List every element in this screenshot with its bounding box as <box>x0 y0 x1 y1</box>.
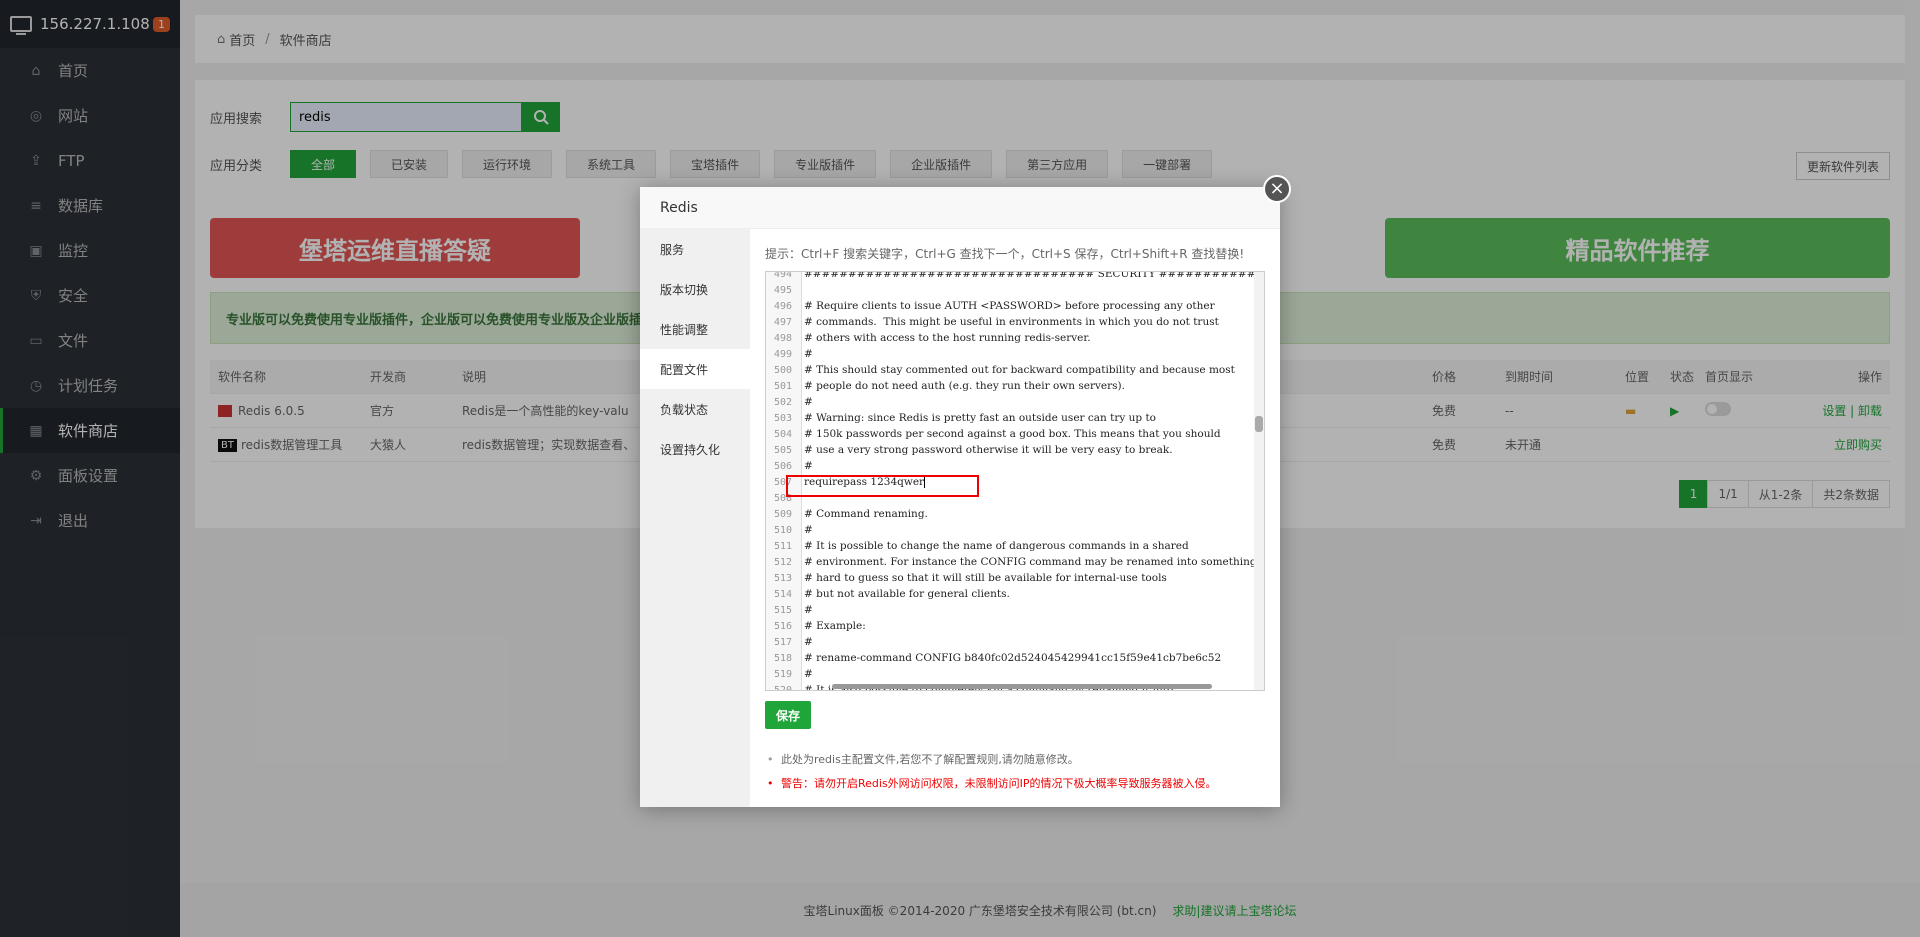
config-notes: 此处为redis主配置文件,若您不了解配置规则,请勿随意修改。 警告：请勿开启R… <box>765 747 1265 795</box>
line-number: 497 <box>773 316 792 328</box>
modal-tab[interactable]: 性能调整 <box>640 309 750 349</box>
line-number: 500 <box>773 364 792 376</box>
code-line: 496 # Require clients to issue AUTH <PASS… <box>766 298 1254 314</box>
code-line: 503 # Warning: since Redis is pretty fast… <box>766 410 1254 426</box>
line-text: # Example: <box>804 620 866 632</box>
line-number: 512 <box>773 556 792 568</box>
redis-modal: Redis 服务 版本切换 性能调整 配置文件 负载状态 设置持久化 提示：Ctrl+F … <box>640 187 1280 807</box>
code-line: 514 # but not available for general clien… <box>766 586 1254 602</box>
code-line: 515 # <box>766 602 1254 618</box>
code-line: 498 # others with access to the host runn… <box>766 330 1254 346</box>
line-number: 498 <box>773 332 792 344</box>
line-text: # others with access to the host running… <box>804 332 1091 344</box>
modal-tab[interactable]: 配置文件 <box>640 349 750 389</box>
line-number: 517 <box>773 636 792 648</box>
code-line: 499 # <box>766 346 1254 362</box>
line-number: 499 <box>773 348 792 360</box>
modal-tab[interactable]: 负载状态 <box>640 389 750 429</box>
line-text: # <box>804 460 813 472</box>
line-text: # <box>804 348 813 360</box>
vscroll-thumb[interactable] <box>1255 416 1263 432</box>
line-number: 513 <box>773 572 792 584</box>
line-text: # rename-command CONFIG b840fc02d5240454… <box>804 652 1222 664</box>
code-line: 500 # This should stay commented out for … <box>766 362 1254 378</box>
line-text: # Warning: since Redis is pretty fast an… <box>804 412 1156 424</box>
line-text: # It is possible to change the name of d… <box>804 540 1189 552</box>
line-text: ################################# SECURI… <box>804 271 1265 280</box>
line-text: # <box>804 524 813 536</box>
config-note: 此处为redis主配置文件,若您不了解配置规则,请勿随意修改。 <box>765 747 1265 771</box>
modal-tab[interactable]: 版本切换 <box>640 269 750 309</box>
line-number: 514 <box>773 588 792 600</box>
line-text: # use a very strong password otherwise i… <box>804 444 1173 456</box>
line-number: 501 <box>773 380 792 392</box>
line-text: # environment. For instance the CONFIG c… <box>804 556 1257 568</box>
highlight-box <box>786 475 979 497</box>
line-number: 506 <box>773 460 792 472</box>
line-text: # This should stay commented out for bac… <box>804 364 1235 376</box>
editor-hscrollbar[interactable] <box>802 684 1256 690</box>
line-text: # hard to guess so that it will still be… <box>804 572 1167 584</box>
line-text: # <box>804 604 813 616</box>
code-line: 504 # 150k passwords per second against a… <box>766 426 1254 442</box>
code-line: 513 # hard to guess so that it will still… <box>766 570 1254 586</box>
line-text: # commands. This might be useful in envi… <box>804 316 1219 328</box>
code-line: 501 # people do not need auth (e.g. they … <box>766 378 1254 394</box>
line-number: 520 <box>773 684 792 691</box>
line-text: # <box>804 636 813 648</box>
line-text: # 150k passwords per second against a go… <box>804 428 1221 440</box>
line-number: 504 <box>773 428 792 440</box>
line-number: 502 <box>773 396 792 408</box>
line-text: # people do not need auth (e.g. they run… <box>804 380 1125 392</box>
modal-tab[interactable]: 服务 <box>640 229 750 269</box>
code-line: 509 # Command renaming. <box>766 506 1254 522</box>
line-number: 509 <box>773 508 792 520</box>
code-line: 511 # It is possible to change the name o… <box>766 538 1254 554</box>
line-number: 510 <box>773 524 792 536</box>
code-line: 519 # <box>766 666 1254 682</box>
line-text: # Command renaming. <box>804 508 928 520</box>
hscroll-thumb[interactable] <box>832 684 1212 689</box>
code-line: 516 # Example: <box>766 618 1254 634</box>
code-line: 497 # commands. This might be useful in e… <box>766 314 1254 330</box>
code-line: 510 # <box>766 522 1254 538</box>
modal-title: Redis <box>640 187 1280 229</box>
line-text: # Require clients to issue AUTH <PASSWOR… <box>804 300 1215 312</box>
line-number: 496 <box>773 300 792 312</box>
code-line: 495 <box>766 282 1254 298</box>
line-number: 495 <box>773 284 792 296</box>
editor-tip: 提示：Ctrl+F 搜索关键字，Ctrl+G 查找下一个，Ctrl+S 保存，C… <box>765 247 1245 261</box>
code-line: 505 # use a very strong password otherwis… <box>766 442 1254 458</box>
close-icon[interactable]: × <box>1263 175 1291 203</box>
modal-tabs: 服务 版本切换 性能调整 配置文件 负载状态 设置持久化 <box>640 229 750 807</box>
line-number: 494 <box>773 271 792 280</box>
code-line: 506 # <box>766 458 1254 474</box>
code-line: 517 # <box>766 634 1254 650</box>
config-warning: 警告：请勿开启Redis外网访问权限，未限制访问IP的情况下极大概率导致服务器被… <box>765 771 1265 795</box>
code-line: 512 # environment. For instance the CONFI… <box>766 554 1257 570</box>
line-number: 519 <box>773 668 792 680</box>
line-number: 518 <box>773 652 792 664</box>
line-text: # but not available for general clients. <box>804 588 1010 600</box>
save-button[interactable]: 保存 <box>765 701 811 729</box>
line-text: # <box>804 396 813 408</box>
code-line: 494 ################################# SEC… <box>766 271 1264 282</box>
editor-vscrollbar[interactable] <box>1254 272 1264 690</box>
modal-body: 提示：Ctrl+F 搜索关键字，Ctrl+G 查找下一个，Ctrl+S 保存，C… <box>750 229 1280 807</box>
code-line: 518 # rename-command CONFIG b840fc02d5240… <box>766 650 1254 666</box>
line-number: 503 <box>773 412 792 424</box>
modal-tab[interactable]: 设置持久化 <box>640 429 750 469</box>
line-number: 516 <box>773 620 792 632</box>
line-number: 515 <box>773 604 792 616</box>
line-number: 511 <box>773 540 792 552</box>
code-line: 502 # <box>766 394 1254 410</box>
config-editor[interactable]: 494 ################################# SEC… <box>765 271 1265 691</box>
line-number: 505 <box>773 444 792 456</box>
line-text: # <box>804 668 813 680</box>
